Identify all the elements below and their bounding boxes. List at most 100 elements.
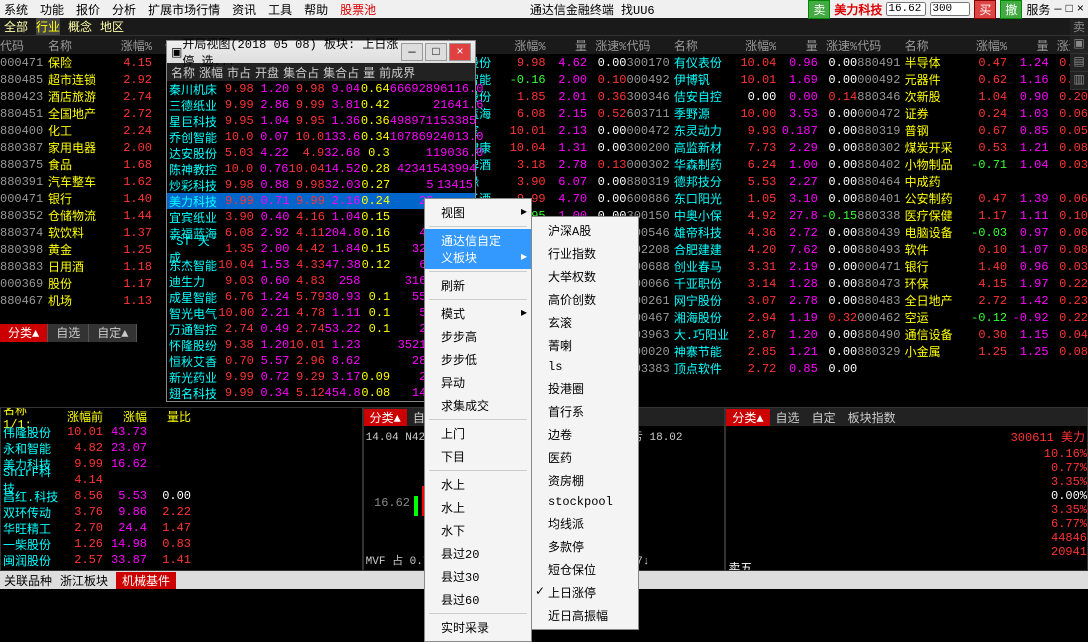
br-tab-2[interactable]: 自定 (806, 409, 842, 426)
mid-tab-user[interactable]: 自定▲ (89, 324, 137, 342)
rside-icon[interactable]: ▥ (1070, 72, 1088, 90)
table-row[interactable]: 000472东灵动力9.930.1870.00 (627, 122, 858, 139)
menu-help[interactable]: 帮助 (304, 1, 328, 18)
table-row[interactable]: 880338医疗保健1.171.110.10 (857, 207, 1088, 224)
ctx-item[interactable]: 视图 (425, 201, 531, 224)
sell-button[interactable]: 卖 (808, 0, 830, 19)
table-row[interactable]: 880400化工2.24 (0, 122, 165, 139)
menu-news[interactable]: 资讯 (232, 1, 256, 18)
ctx-item[interactable]: 菁喇 (532, 334, 638, 357)
ctx-item[interactable]: 刷新 (425, 274, 531, 297)
table-row[interactable]: 000462空运-0.12-0.920.22 (857, 309, 1088, 326)
rside-icon[interactable]: ▣ (1070, 36, 1088, 54)
ctx-item[interactable]: 高价创数 (532, 288, 638, 311)
popup-row[interactable]: 三德纸业9.992.869.993.810.4221641.6 (167, 97, 475, 113)
status-0[interactable]: 关联品种 (4, 572, 52, 589)
table-row[interactable]: 880346次新股1.040.900.20 (857, 88, 1088, 105)
tab-all[interactable]: 全部 (4, 18, 28, 35)
menu-tools[interactable]: 工具 (268, 1, 292, 18)
context-menu-2[interactable]: 沪深A股行业指数大举权数高价创数玄滚菁喇ls投港圈首行系边卷医药资房棚stock… (531, 216, 639, 630)
ctx-item[interactable]: 水上 (425, 473, 531, 496)
ctx-item[interactable]: 上门 (425, 422, 531, 445)
table-row[interactable]: 880402小物制品-0.711.040.03 (857, 156, 1088, 173)
ctx-item[interactable]: 水下 (425, 519, 531, 542)
ctx-item[interactable]: 边卷 (532, 423, 638, 446)
qty-input[interactable] (930, 2, 970, 16)
table-row[interactable]: 880383日用酒1.18 (0, 258, 165, 275)
table-row[interactable]: 000471银行1.400.960.03 (857, 258, 1088, 275)
ctx-item[interactable]: ls (532, 357, 638, 377)
ctx-item[interactable]: stockpool (532, 492, 638, 512)
menu-ext[interactable]: 扩展市场行情 (148, 1, 220, 18)
popup-col-hdr[interactable]: 前成界 (377, 64, 417, 81)
ctx-item[interactable]: 短仓保位 (532, 558, 638, 581)
ctx-item[interactable]: 上日涨停 (532, 581, 638, 604)
mid-tab-category[interactable]: 分类▲ (0, 324, 48, 342)
list-item[interactable]: 华旺精工2.7024.41.47 (1, 520, 362, 536)
ctx-item[interactable]: 县过60 (425, 588, 531, 611)
popup-row[interactable]: 炒彩科技9.980.889.9832.030.27513415 (167, 177, 475, 193)
ctx-item[interactable]: 水上 (425, 496, 531, 519)
main-menu[interactable]: 系统 功能 报价 分析 扩展市场行情 资讯 工具 帮助 股票池 (4, 1, 376, 18)
popup-col-hdr[interactable]: 集合占 (281, 64, 321, 81)
popup-row[interactable]: 乔创智能10.00.0710.0133.60.3410786924013.0 (167, 129, 475, 145)
table-row[interactable]: 880302煤炭开采0.531.210.08 (857, 139, 1088, 156)
list-item[interactable]: 一柴股份1.2614.980.83 (1, 536, 362, 552)
ctx-item[interactable]: 资房棚 (532, 469, 638, 492)
ctx-item[interactable]: 投港圈 (532, 377, 638, 400)
table-row[interactable]: 300688创业春马3.312.190.00 (627, 258, 858, 275)
list-item[interactable]: ShirF科技4.14 (1, 472, 362, 488)
br-tab-1[interactable]: 自选 (770, 409, 806, 426)
popup-row[interactable]: 秦川机床9.981.209.989.040.6466692896116.0 (167, 81, 475, 97)
max-icon[interactable]: □ (1066, 2, 1073, 16)
table-row[interactable]: 000369股份1.17 (0, 275, 165, 292)
popup-close-icon[interactable]: × (449, 43, 471, 61)
table-row[interactable]: 000471保险4.15 (0, 54, 165, 71)
table-row[interactable]: 880493软件0.101.070.08 (857, 241, 1088, 258)
bm-tab-0[interactable]: 分类▲ (364, 409, 407, 426)
ctx-item[interactable]: 玄滚 (532, 311, 638, 334)
table-row[interactable]: 300066千亚职份3.141.280.00 (627, 275, 858, 292)
close-icon[interactable]: × (1077, 2, 1084, 16)
ctx-item[interactable]: 下目 (425, 445, 531, 468)
ctx-item[interactable]: 实时采录 (425, 616, 531, 639)
table-row[interactable]: 603383顶点软件2.720.850.00 (627, 360, 858, 377)
table-row[interactable]: 603711季野源10.003.530.00 (627, 105, 858, 122)
ctx-item[interactable]: 医药 (532, 446, 638, 469)
category-tabs[interactable]: 全部 行业 概念 地区 (0, 18, 1088, 36)
list-item[interactable]: 闽润股份2.5733.871.41 (1, 552, 362, 568)
ctx-item[interactable]: 县过20 (425, 542, 531, 565)
popup-row[interactable]: 星巨科技9.951.049.951.360.36498971153385 (167, 113, 475, 129)
price-input[interactable] (886, 2, 926, 16)
popup-max-icon[interactable]: □ (425, 43, 447, 61)
popup-col-hdr[interactable]: 涨幅 (197, 64, 225, 81)
ctx-item[interactable]: 沪深A股 (532, 219, 638, 242)
table-row[interactable]: 000492伊博钒10.011.690.00 (627, 71, 858, 88)
popup-col-hdr[interactable]: 名称 (169, 64, 197, 81)
list-item[interactable]: 双环传动3.769.862.22 (1, 504, 362, 520)
table-row[interactable]: 300200高监新材7.732.290.00 (627, 139, 858, 156)
table-row[interactable]: 880423酒店旅游2.74 (0, 88, 165, 105)
service-label[interactable]: 服务 (1026, 1, 1050, 18)
table-row[interactable]: 880401公安制药0.471.390.06 (857, 190, 1088, 207)
table-row[interactable]: 880467机场1.13 (0, 292, 165, 309)
table-row[interactable]: 300150中奥小保4.9227.8-0.15 (627, 207, 858, 224)
list-item[interactable]: 永和智能4.8223.07 (1, 440, 362, 456)
ctx-item[interactable]: 步步高 (425, 325, 531, 348)
popup-col-hdr[interactable]: 开盘 (253, 64, 281, 81)
br-tab-3[interactable]: 板块指数 (842, 409, 902, 426)
tab-region[interactable]: 地区 (100, 18, 124, 35)
popup-col-hdr[interactable]: 市占 (225, 64, 253, 81)
table-row[interactable]: 880485超市连锁2.92 (0, 71, 165, 88)
cancel-button[interactable]: 撤 (1000, 0, 1022, 19)
table-row[interactable]: 000302华森制药6.241.000.00 (627, 156, 858, 173)
table-row[interactable]: 300170有仪表份10.040.960.00 (627, 54, 858, 71)
list-item[interactable]: 昌红.科技8.565.530.00 (1, 488, 362, 504)
ctx-item[interactable]: 步步低 (425, 348, 531, 371)
menu-quote[interactable]: 报价 (76, 1, 100, 18)
table-row[interactable]: 603963大.巧阳业2.871.200.00 (627, 326, 858, 343)
menu-system[interactable]: 系统 (4, 1, 28, 18)
context-menu-1[interactable]: 视图通达信自定义板块刷新模式步步高步步低异动求集成交上门下目水上水上水下县过20… (424, 198, 532, 642)
table-row[interactable]: 600886东口阳光1.053.100.00 (627, 190, 858, 207)
mid-tab-custom[interactable]: 自选 (48, 324, 89, 342)
